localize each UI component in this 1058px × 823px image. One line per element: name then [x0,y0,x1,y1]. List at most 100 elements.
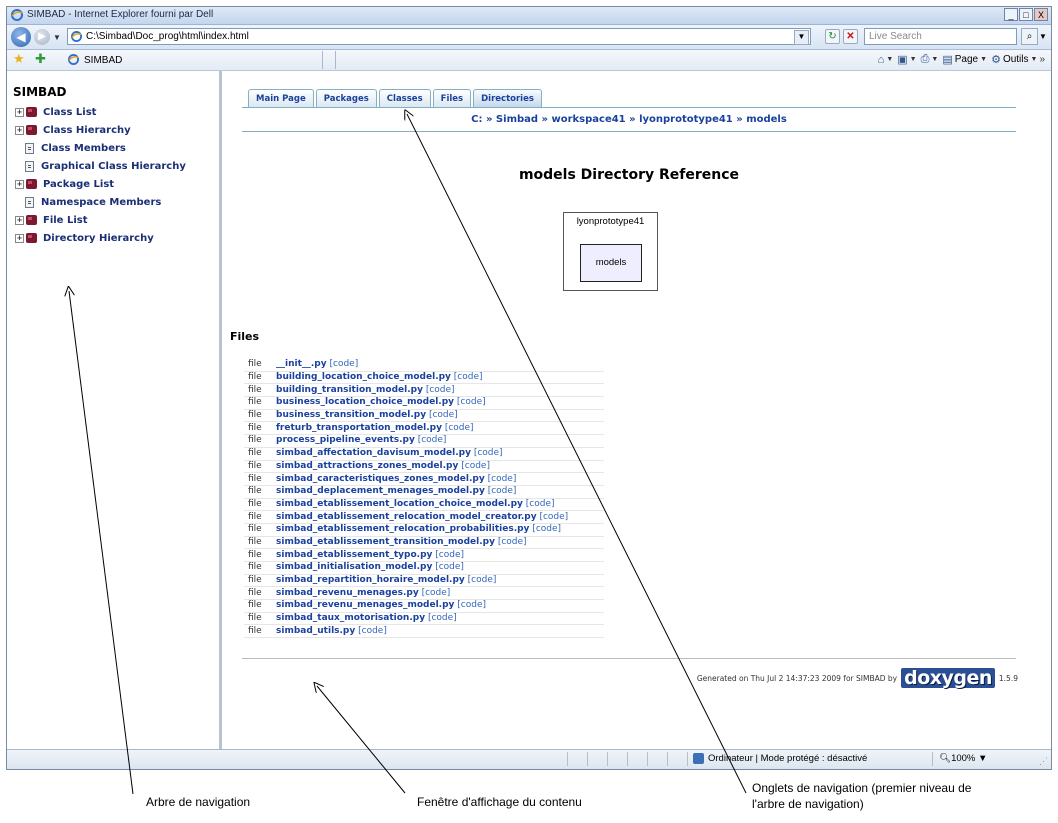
tree-item-file-list[interactable]: + File List [15,211,186,229]
resize-grip-icon[interactable]: ⋰ [1039,756,1048,767]
code-link[interactable]: [code] [532,524,561,534]
tree-item-namespace-members[interactable]: Namespace Members [15,193,186,211]
file-link[interactable]: simbad_revenu_menages_model.py [276,600,454,610]
history-dropdown-icon[interactable]: ▼ [53,33,61,42]
code-link[interactable]: [code] [445,423,474,433]
table-row: file process_pipeline_events.py [code] [244,434,604,448]
back-arrow-icon[interactable]: ◀ [11,27,31,47]
tools-menu[interactable]: ⚙ Outils ▼» [991,53,1045,66]
file-link[interactable]: business_location_choice_model.py [276,397,454,407]
tab-main-page[interactable]: Main Page [248,89,314,107]
tree-item-directory-hierarchy[interactable]: + Directory Hierarchy [15,229,186,247]
forward-arrow-icon[interactable]: ▶ [34,29,50,45]
file-link[interactable]: building_location_choice_model.py [276,372,451,382]
code-link[interactable]: [code] [488,486,517,496]
search-dropdown-icon[interactable]: ▼ [1039,28,1051,45]
expand-icon[interactable]: + [15,233,24,243]
file-link[interactable]: business_transition_model.py [276,410,426,420]
file-cell: simbad_caracteristiques_zones_model.py [… [272,472,604,486]
expand-icon[interactable]: + [15,125,24,135]
feeds-button[interactable]: ▣ ▼ [897,53,916,66]
file-link[interactable]: simbad_utils.py [276,626,355,636]
zoom-icon: 🔍︎ [939,753,952,764]
file-kind: file [244,561,272,575]
file-link[interactable]: simbad_initialisation_model.py [276,562,432,572]
code-link[interactable]: [code] [488,474,517,484]
tree-item-class-hierarchy[interactable]: + Class Hierarchy [15,121,186,139]
file-link[interactable]: simbad_etablissement_location_choice_mod… [276,499,523,509]
code-link[interactable]: [code] [435,550,464,560]
code-link[interactable]: [code] [435,562,464,572]
code-link[interactable]: [code] [474,448,503,458]
file-link[interactable]: simbad_etablissement_typo.py [276,550,432,560]
code-link[interactable]: [code] [457,600,486,610]
file-link[interactable]: simbad_attractions_zones_model.py [276,461,458,471]
refresh-icon[interactable]: ↻ [825,29,840,44]
maximize-button[interactable]: □ [1019,8,1033,21]
close-button[interactable]: X [1034,8,1048,21]
zoom-control[interactable]: 🔍︎100% ▼ [939,753,987,764]
tab-directories[interactable]: Directories [473,89,542,107]
file-link[interactable]: simbad_affectation_davisum_model.py [276,448,471,458]
file-link[interactable]: simbad_caracteristiques_zones_model.py [276,474,485,484]
file-link[interactable]: freturb_transportation_model.py [276,423,442,433]
code-link[interactable]: [code] [422,588,451,598]
stop-icon[interactable]: ✕ [843,29,858,44]
file-kind: file [244,447,272,461]
add-favorite-icon[interactable]: ✚ [35,52,46,66]
new-tab-button[interactable] [323,51,336,69]
code-link[interactable]: [code] [329,359,358,369]
code-link[interactable]: [code] [539,512,568,522]
tab-classes[interactable]: Classes [378,89,431,107]
code-link[interactable]: [code] [468,575,497,585]
file-link[interactable]: simbad_etablissement_transition_model.py [276,537,495,547]
tree-item-class-list[interactable]: + Class List [15,103,186,121]
search-input[interactable]: Live Search [864,28,1017,45]
page-menu[interactable]: ▤ Page ▼ [942,53,987,66]
minimize-button[interactable]: _ [1004,8,1018,21]
command-bar: ⌂ ▼ ▣ ▼ ⎙ ▼ ▤ Page ▼ ⚙ Outils ▼» [878,53,1045,66]
home-button[interactable]: ⌂ ▼ [878,54,894,66]
tab-packages[interactable]: Packages [315,89,377,107]
file-link[interactable]: simbad_deplacement_menages_model.py [276,486,485,496]
favorites-star-icon[interactable]: ★ [13,52,25,66]
code-link[interactable]: [code] [429,410,458,420]
code-link[interactable]: [code] [461,461,490,471]
code-link[interactable]: [code] [428,613,457,623]
code-link[interactable]: [code] [358,626,387,636]
security-zone[interactable]: Ordinateur | Mode protégé : désactivé [693,753,867,764]
callout-content-window: Fenêtre d'affichage du contenu [417,795,582,809]
file-link[interactable]: process_pipeline_events.py [276,435,415,445]
expand-icon[interactable]: + [15,179,24,189]
file-link[interactable]: simbad_etablissement_relocation_probabil… [276,524,529,534]
book-icon [26,215,37,225]
breadcrumb[interactable]: C: » Simbad » workspace41 » lyonprototyp… [242,114,1016,125]
file-link[interactable]: simbad_taux_motorisation.py [276,613,425,623]
address-field[interactable]: C:\Simbad\Doc_prog\html\index.html ▼ [67,28,811,45]
expand-icon[interactable]: + [15,107,24,117]
print-button[interactable]: ⎙ ▼ [921,53,939,66]
code-link[interactable]: [code] [498,537,527,547]
expand-icon[interactable]: + [15,215,24,225]
tree-item-package-list[interactable]: + Package List [15,175,186,193]
tree-item-graphical-class-hierarchy[interactable]: Graphical Class Hierarchy [15,157,186,175]
code-link[interactable]: [code] [457,397,486,407]
directory-graph-inner[interactable]: models [580,244,642,282]
status-cell [567,752,568,766]
address-dropdown-icon[interactable]: ▼ [794,30,809,45]
tab-files[interactable]: Files [432,89,472,107]
code-link[interactable]: [code] [418,435,447,445]
tree-item-class-members[interactable]: Class Members [15,139,186,157]
file-link[interactable]: simbad_repartition_horaire_model.py [276,575,465,585]
file-link[interactable]: simbad_etablissement_relocation_model_cr… [276,512,537,522]
code-link[interactable]: [code] [426,385,455,395]
browser-tab-simbad[interactable]: SIMBAD [64,51,323,69]
file-link[interactable]: simbad_revenu_menages.py [276,588,419,598]
search-icon[interactable]: ⌕ [1021,28,1038,45]
directory-graph-outer[interactable]: lyonprototype41 models [563,212,658,291]
file-link[interactable]: __init__.py [276,359,327,369]
doxygen-logo[interactable]: doxygen [901,668,995,688]
code-link[interactable]: [code] [454,372,483,382]
code-link[interactable]: [code] [526,499,555,509]
file-link[interactable]: building_transition_model.py [276,385,423,395]
